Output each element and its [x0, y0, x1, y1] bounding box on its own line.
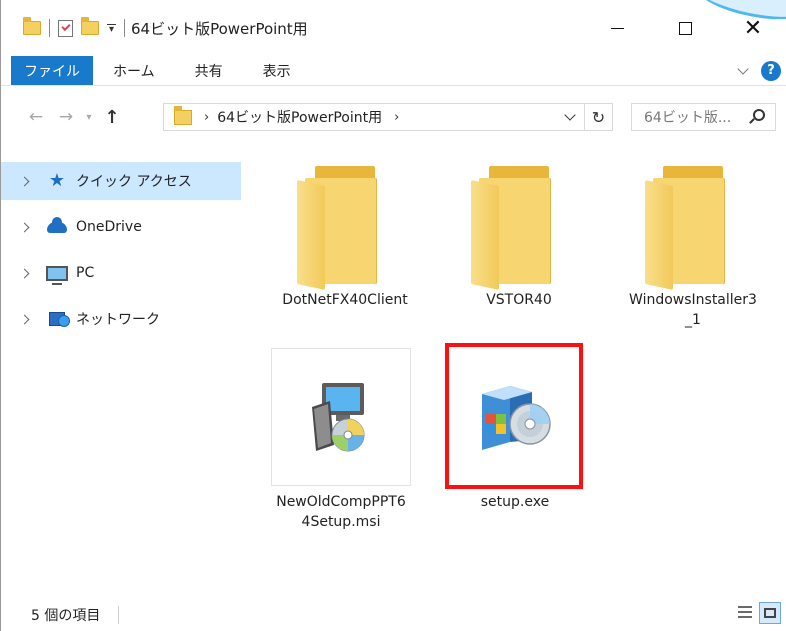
navigation-pane: ★ クイック アクセス OneDrive PC ネットワーク	[1, 162, 241, 346]
toolbar-divider	[124, 19, 125, 37]
file-name: setup.exe	[480, 494, 550, 510]
folder-icon	[471, 166, 567, 290]
computer-icon	[46, 264, 68, 285]
file-item-msi[interactable]: NewOldCompPPT64Setup.msi	[271, 348, 411, 532]
title-bar: ▾ 64ビット版PowerPoint用 ✕	[1, 0, 786, 56]
cloud-icon	[46, 216, 68, 236]
toolbar-divider	[49, 19, 50, 37]
sidebar-item-onedrive[interactable]: OneDrive	[1, 208, 241, 246]
sidebar-item-label: ネットワーク	[76, 312, 160, 328]
item-count: 5 個の項目	[31, 607, 101, 624]
chevron-right-icon[interactable]: ›	[394, 110, 399, 125]
file-name: WindowsInstaller3_1	[629, 292, 757, 328]
ribbon-tabs: ファイル ホーム 共有 表示 ?	[1, 56, 786, 86]
search-input[interactable]: 64ビット版...	[631, 103, 776, 131]
refresh-button[interactable]: ↻	[584, 104, 612, 130]
file-item-folder[interactable]: WindowsInstaller3_1	[623, 162, 763, 330]
tab-view[interactable]: 表示	[243, 56, 311, 85]
sidebar-item-label: PC	[76, 265, 95, 281]
chevron-right-icon[interactable]	[19, 268, 30, 278]
minimize-button[interactable]	[583, 0, 651, 56]
navigation-bar: ← → ▾ ↑ › 64ビット版PowerPoint用 › ↻ 64ビット版..…	[1, 86, 786, 148]
sidebar-item-network[interactable]: ネットワーク	[1, 300, 241, 338]
view-switcher	[735, 602, 781, 624]
maximize-icon	[678, 21, 692, 35]
forward-arrow-icon[interactable]: →	[51, 107, 81, 127]
file-item-folder[interactable]: DotNetFX40Client	[275, 162, 415, 310]
properties-icon[interactable]	[58, 19, 73, 37]
file-thumbnail	[271, 348, 411, 486]
breadcrumb-item[interactable]: 64ビット版PowerPoint用	[217, 107, 382, 127]
close-button[interactable]: ✕	[719, 0, 786, 56]
msi-installer-icon	[312, 383, 365, 452]
file-item-folder[interactable]: VSTOR40	[449, 162, 589, 310]
window-title: 64ビット版PowerPoint用	[131, 19, 308, 38]
address-bar[interactable]: › 64ビット版PowerPoint用 › ↻	[163, 103, 613, 131]
details-view-icon[interactable]	[735, 602, 755, 622]
address-dropdown-button[interactable]	[556, 109, 584, 121]
tab-file[interactable]: ファイル	[11, 56, 93, 85]
status-bar: 5 個の項目	[1, 598, 786, 631]
status-divider	[118, 605, 120, 624]
file-name: NewOldCompPPT64Setup.msi	[276, 494, 406, 530]
quick-access-toolbar: ▾	[1, 17, 125, 37]
chevron-right-icon[interactable]	[19, 314, 30, 324]
chevron-right-icon[interactable]: ›	[204, 110, 209, 125]
folder-icon	[174, 105, 192, 125]
folder-icon	[645, 166, 741, 290]
chevron-right-icon[interactable]	[19, 176, 30, 186]
chevron-down-icon	[564, 109, 576, 121]
tab-share[interactable]: 共有	[175, 56, 243, 85]
close-icon: ✕	[743, 15, 763, 41]
file-name: VSTOR40	[486, 292, 552, 308]
recent-locations-icon[interactable]: ▾	[81, 112, 97, 123]
sidebar-item-pc[interactable]: PC	[1, 254, 241, 292]
large-icons-view-icon[interactable]	[759, 602, 781, 624]
network-icon	[46, 310, 70, 328]
window-controls: ✕	[583, 0, 786, 56]
chevron-right-icon[interactable]	[19, 222, 30, 232]
search-placeholder: 64ビット版...	[644, 110, 732, 126]
up-arrow-icon[interactable]: ↑	[97, 107, 127, 128]
back-arrow-icon[interactable]: ←	[21, 107, 51, 127]
sidebar-item-label: OneDrive	[76, 219, 142, 235]
new-folder-icon[interactable]	[81, 17, 99, 35]
search-icon[interactable]	[753, 109, 765, 121]
refresh-icon: ↻	[591, 107, 606, 127]
maximize-button[interactable]	[651, 0, 719, 56]
expand-ribbon-icon[interactable]	[737, 62, 749, 75]
star-icon: ★	[48, 170, 66, 191]
highlight-box	[445, 343, 583, 489]
explorer-window: ▾ 64ビット版PowerPoint用 ✕ ファイル ホーム 共有 表示 ? ←…	[0, 0, 786, 631]
sidebar-item-quick-access[interactable]: ★ クイック アクセス	[1, 162, 241, 200]
customize-toolbar-icon[interactable]: ▾	[107, 24, 116, 35]
minimize-icon	[610, 27, 624, 29]
tab-home[interactable]: ホーム	[93, 56, 175, 85]
help-icon[interactable]: ?	[761, 60, 781, 81]
sidebar-item-label: クイック アクセス	[76, 174, 192, 190]
folder-icon	[297, 166, 393, 290]
folder-icon	[23, 17, 41, 35]
address-actions: ↻	[556, 104, 612, 130]
ribbon-right: ?	[737, 56, 786, 85]
file-name: DotNetFX40Client	[282, 292, 408, 308]
